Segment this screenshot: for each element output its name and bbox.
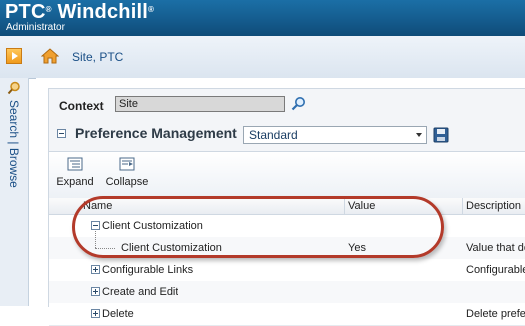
tree-connector: [95, 248, 115, 249]
view-select-value: Standard: [249, 128, 298, 142]
table-row[interactable]: Configurable Links Configurable: [49, 259, 525, 282]
table-row[interactable]: Create and Edit: [49, 281, 525, 304]
app-banner: PTC® Windchill® Administrator: [0, 0, 525, 36]
table-row[interactable]: Client Customization Yes Value that det: [49, 231, 525, 260]
collapse-icon: [119, 157, 135, 171]
column-header-value[interactable]: Value: [345, 198, 463, 215]
column-header-description[interactable]: Description: [463, 198, 525, 215]
rail-tab-search[interactable]: Search: [7, 100, 21, 138]
row-description: Delete prefere: [466, 308, 525, 320]
header-bar: Site, PTC: [0, 36, 525, 79]
tree-expand-toggle[interactable]: [91, 309, 100, 318]
section-collapse-toggle[interactable]: [57, 129, 66, 138]
navigator-toggle-button[interactable]: [6, 48, 22, 64]
search-icon[interactable]: [7, 81, 21, 95]
product-registered-mark: ®: [147, 5, 155, 14]
row-name: Create and Edit: [102, 286, 179, 298]
brand-logo: PTC® Windchill®: [5, 1, 154, 24]
product-name: Windchill: [51, 1, 148, 23]
preference-panel: Context Preference Management Standard: [48, 88, 525, 326]
save-icon[interactable]: [433, 127, 449, 143]
row-description: Configurable: [466, 264, 525, 276]
tree-expand-toggle[interactable]: [91, 287, 100, 296]
row-name: Delete: [102, 308, 134, 320]
table-toolbar: Expand Collapse: [49, 151, 525, 199]
table-row[interactable]: Client Customization: [49, 215, 525, 238]
view-select[interactable]: Standard: [243, 126, 427, 144]
row-name: Client Customization: [121, 242, 222, 254]
row-name: Client Customization: [102, 220, 203, 232]
section-title: Preference Management: [75, 125, 237, 141]
collapse-button[interactable]: Collapse: [103, 156, 151, 188]
chevron-down-icon: [416, 133, 422, 137]
expand-icon: [67, 157, 83, 171]
brand-name: PTC: [5, 1, 46, 23]
expand-label: Expand: [56, 176, 94, 188]
home-icon[interactable]: [41, 47, 59, 65]
expand-button[interactable]: Expand: [55, 156, 95, 188]
tree-connector: [95, 231, 96, 248]
row-description: Value that det: [466, 242, 525, 254]
rail-separator: |: [7, 141, 21, 145]
main-content: Context Preference Management Standard: [36, 78, 525, 326]
table-row[interactable]: Delete Delete prefere: [49, 303, 525, 326]
context-input[interactable]: [115, 96, 285, 112]
breadcrumb[interactable]: Site, PTC: [72, 50, 123, 64]
column-header-name[interactable]: Name: [49, 198, 345, 215]
context-label: Context: [59, 99, 104, 113]
row-value[interactable]: Yes: [348, 237, 366, 259]
context-search-icon[interactable]: [291, 96, 306, 111]
tree-collapse-toggle[interactable]: [91, 221, 100, 230]
row-name: Configurable Links: [102, 264, 194, 276]
collapse-label: Collapse: [105, 176, 149, 188]
rail-tabs: Search | Browse: [2, 100, 26, 290]
user-role: Administrator: [6, 22, 65, 33]
tree-expand-toggle[interactable]: [91, 265, 100, 274]
rail-tab-browse[interactable]: Browse: [7, 148, 21, 188]
left-navigator-rail: Search | Browse: [0, 78, 29, 306]
brand-registered-mark: ®: [45, 5, 52, 14]
